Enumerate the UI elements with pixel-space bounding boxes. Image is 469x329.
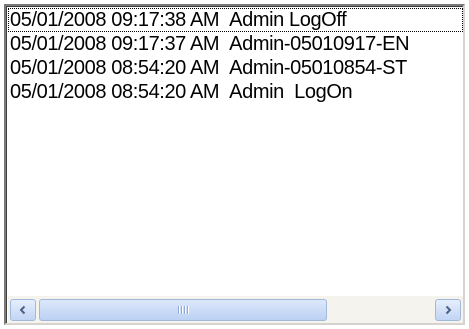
log-listbox[interactable]: 05/01/2008 09:17:38 AM Admin LogOff 05/01… [4,4,465,325]
item-message: Admin-05010854-ST [229,57,407,79]
list-item[interactable]: 05/01/2008 08:54:20 AM Admin-05010854-ST [8,56,463,80]
item-timestamp: 05/01/2008 08:54:20 AM [10,57,220,79]
item-timestamp: 05/01/2008 08:54:20 AM [10,81,220,103]
item-timestamp: 05/01/2008 09:17:37 AM [10,33,220,55]
item-message: Admin-05010917-EN [229,33,410,55]
item-message: Admin LogOn [229,81,353,103]
list-item[interactable]: 05/01/2008 09:17:37 AM Admin-05010917-EN [8,32,463,56]
list-item[interactable]: 05/01/2008 09:17:38 AM Admin LogOff [8,8,463,32]
scroll-left-arrow-icon [19,305,26,315]
scroll-left-button[interactable] [10,299,36,321]
scroll-right-arrow-icon [445,305,452,315]
item-timestamp: 05/01/2008 09:17:38 AM [10,9,220,31]
horizontal-scrollbar[interactable] [8,295,463,323]
scroll-right-button[interactable] [435,299,461,321]
list-item[interactable]: 05/01/2008 08:54:20 AM Admin LogOn [8,80,463,104]
grip-icon [178,306,188,314]
scroll-thumb[interactable] [39,299,327,321]
log-items: 05/01/2008 09:17:38 AM Admin LogOff 05/01… [8,8,463,293]
item-message: Admin LogOff [229,9,347,31]
